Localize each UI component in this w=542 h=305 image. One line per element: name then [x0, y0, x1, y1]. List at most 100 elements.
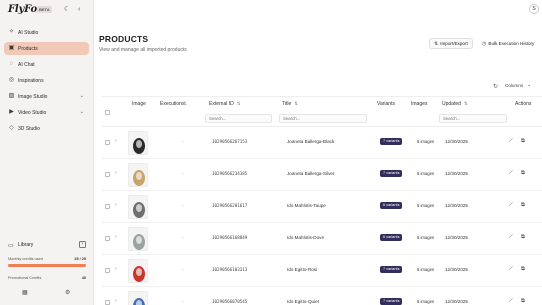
title-cell[interactable]: Joaneta Ballerga-Silver	[287, 171, 335, 176]
external-id-cell: 10290566070545	[212, 299, 248, 304]
magic-wand-icon[interactable]: ⟋	[509, 170, 513, 177]
gallery-icon[interactable]: ▦	[22, 289, 28, 296]
title-cell[interactable]: Joaneta Ballerga-Black	[287, 139, 334, 144]
sidebar-item-image-studio[interactable]: ▨ Image Studio ⌄	[4, 90, 89, 103]
magic-wand-icon[interactable]: ⟋	[509, 202, 513, 209]
updated-search-input[interactable]	[439, 114, 507, 123]
title-search-input[interactable]	[279, 114, 367, 123]
settings-icon[interactable]: ⚙	[65, 289, 70, 296]
row-checkbox[interactable]	[105, 204, 110, 209]
external-link-icon[interactable]: ⧉	[521, 234, 525, 241]
product-thumbnail[interactable]	[128, 195, 148, 219]
promotional-credits: Promotional Credits 40	[4, 276, 89, 284]
external-link-icon[interactable]: ⧉	[521, 138, 525, 145]
variants-badge[interactable]: 7 variants	[380, 266, 403, 273]
expand-row-icon[interactable]: ›	[115, 234, 117, 240]
sidebar-item-label: AI Studio	[18, 29, 39, 36]
expand-row-icon[interactable]: ›	[115, 298, 117, 304]
external-link-icon[interactable]: ⧉	[521, 298, 525, 305]
expand-row-icon[interactable]: ›	[115, 138, 117, 144]
external-link-icon[interactable]: ⧉	[521, 202, 525, 209]
column-external-id[interactable]: External ID ⇅	[209, 101, 241, 107]
images-cell: 6 images	[417, 299, 434, 304]
chevron-down-icon[interactable]: ⌄	[80, 93, 84, 99]
external-id-search-input[interactable]	[205, 114, 272, 123]
shoe-image	[133, 138, 145, 154]
page-title: PRODUCTS	[99, 34, 149, 44]
magic-wand-icon[interactable]: ⟋	[509, 138, 513, 145]
column-updated[interactable]: Updated ⇅	[442, 101, 468, 107]
title-cell[interactable]: Ido Egitto-Quiet	[287, 299, 319, 304]
row-checkbox[interactable]	[105, 300, 110, 305]
product-thumbnail[interactable]	[128, 259, 148, 283]
chat-icon: ◌	[9, 61, 14, 67]
expand-row-icon[interactable]: ›	[115, 202, 117, 208]
external-link-icon[interactable]: ⧉	[521, 266, 525, 273]
magic-wand-icon[interactable]: ⟋	[509, 234, 513, 241]
variants-badge[interactable]: 7 variants	[380, 138, 403, 145]
variants-badge[interactable]: 6 variants	[380, 234, 403, 241]
expand-row-icon[interactable]: ›	[115, 170, 117, 176]
expand-row-icon[interactable]: ›	[115, 266, 117, 272]
table-row[interactable]: › - 10290566168849 Ido Mahlotis-Dove 6 varia…	[101, 223, 542, 255]
table-row[interactable]: › - 10290566070545 Ido Egitto-Quiet 7 varian…	[101, 287, 542, 305]
sort-icon: ⇅	[236, 101, 241, 106]
column-variants: Variants	[377, 101, 395, 107]
row-checkbox[interactable]	[105, 140, 110, 145]
external-link-icon[interactable]: ⧉	[521, 170, 525, 177]
variants-badge[interactable]: 7 variants	[380, 170, 403, 177]
sidebar-item-library[interactable]: ▭ Library ›	[4, 239, 89, 251]
promotional-credits-label: Promotional Credits	[8, 276, 42, 280]
sidebar-item-ai-studio[interactable]: ✧ AI Studio	[4, 26, 89, 39]
images-cell: 6 images	[417, 139, 434, 144]
column-executions[interactable]: Executions	[160, 101, 184, 107]
product-thumbnail[interactable]	[128, 163, 148, 187]
title-cell[interactable]: Ido Mahlotis-Taupe	[287, 203, 326, 208]
product-thumbnail[interactable]	[128, 291, 148, 305]
title-cell[interactable]: Ido Mahlotis-Dove	[287, 235, 324, 240]
variants-badge[interactable]: 6 variants	[380, 202, 403, 209]
sidebar-item-inspirations[interactable]: ◎ Inspirations	[4, 74, 89, 87]
columns-button[interactable]: Columns ⌄	[505, 82, 531, 88]
row-checkbox[interactable]	[105, 172, 110, 177]
variants-badge[interactable]: 7 variants	[380, 298, 403, 305]
images-cell: 6 images	[417, 235, 434, 240]
table-row[interactable]: › - 10290566103313 Ido Egitto-Rosi 7 variant…	[101, 255, 542, 287]
shoe-image	[133, 298, 145, 305]
library-expand-icon[interactable]: ›	[79, 241, 86, 248]
bulk-execution-history-button[interactable]: ◷ Bulk Execution History	[480, 38, 536, 49]
import-export-button[interactable]: ⇅ Import/Export	[429, 38, 473, 49]
magic-wand-icon[interactable]: ⟋	[509, 266, 513, 273]
row-checkbox[interactable]	[105, 236, 110, 241]
sidebar-item-ai-chat[interactable]: ◌ AI Chat	[4, 58, 89, 71]
images-cell: 6 images	[417, 171, 434, 176]
product-thumbnail[interactable]	[128, 227, 148, 251]
download-icon: ⇅	[434, 40, 439, 47]
external-id-cell: 10290566234385	[212, 171, 248, 176]
title-cell[interactable]: Ido Egitto-Rosi	[287, 267, 317, 272]
row-checkbox[interactable]	[105, 268, 110, 273]
product-thumbnail[interactable]	[128, 131, 148, 155]
table-row[interactable]: › - 10290566234385 Joaneta Ballerga-Silver 7…	[101, 159, 542, 191]
sort-executions-icon[interactable]: ⇅	[183, 101, 187, 107]
sidebar-item-label: Products	[18, 45, 38, 52]
table-row[interactable]: › - 10290566267153 Joaneta Ballerga-Black 7 …	[101, 127, 542, 159]
video-icon: ▶	[9, 109, 14, 115]
chevron-down-icon[interactable]: ⌄	[80, 109, 84, 115]
avatar[interactable]: S	[529, 4, 539, 14]
sidebar-item-video-studio[interactable]: ▶ Video Studio ⌄	[4, 106, 89, 119]
sort-icon: ⇅	[294, 101, 299, 106]
refresh-icon[interactable]: ↻	[493, 83, 498, 90]
theme-toggle-icon[interactable]: ☾	[64, 6, 70, 13]
sidebar-item-products[interactable]: ▣ Products	[4, 42, 89, 55]
column-title[interactable]: Title ⇅	[282, 101, 298, 107]
collapse-sidebar-icon[interactable]: ‹	[78, 6, 80, 13]
sidebar: FlyFox BETA ☾ ‹ ✧ AI Studio ▣ Products ◌ AI C…	[0, 0, 94, 305]
sidebar-item-label: Video Studio	[18, 109, 47, 116]
shoe-image	[133, 202, 145, 218]
select-all-checkbox[interactable]	[105, 110, 110, 115]
magic-wand-icon[interactable]: ⟋	[509, 298, 513, 305]
sidebar-item-3d-studio[interactable]: ◇ 3D Studio	[4, 122, 89, 135]
table-row[interactable]: › - 10290566201617 Ido Mahlotis-Taupe 6 vari…	[101, 191, 542, 223]
sparkle-icon: ✧	[8, 29, 15, 35]
